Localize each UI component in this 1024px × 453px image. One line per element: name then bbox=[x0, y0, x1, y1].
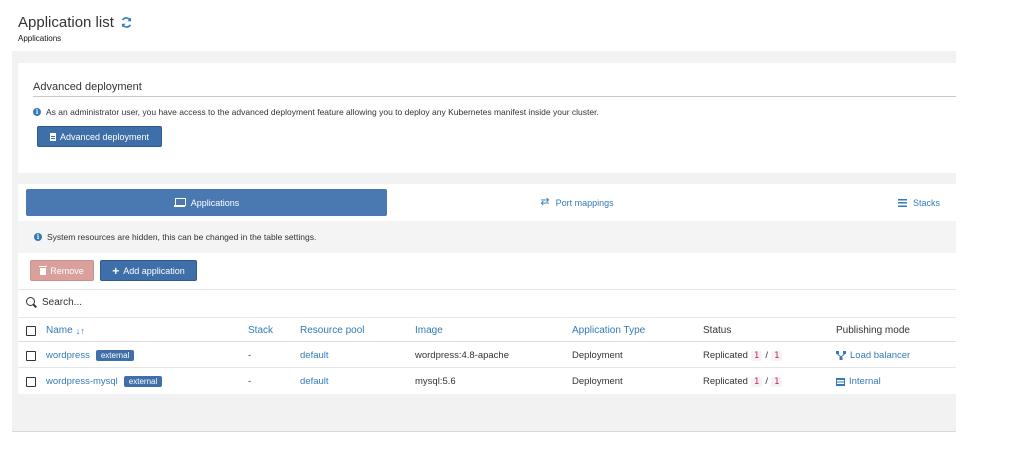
search-bar bbox=[18, 289, 956, 314]
plus-icon: + bbox=[112, 263, 120, 278]
row-checkbox[interactable] bbox=[26, 376, 36, 387]
tab-port-mappings[interactable]: ⇄ Port mappings bbox=[387, 189, 767, 216]
status-text: Replicated bbox=[703, 350, 748, 361]
app-name-link[interactable]: wordpress bbox=[46, 350, 90, 361]
table-header: Name ↓↑ Stack Resource pool Image Applic… bbox=[18, 317, 956, 342]
image-cell: mysql:5.6 bbox=[415, 376, 456, 387]
info-icon: i bbox=[33, 108, 41, 116]
laptop-icon bbox=[173, 198, 186, 207]
refresh-icon[interactable] bbox=[120, 16, 133, 29]
list-icon bbox=[898, 198, 907, 207]
status-cell: Replicated 1 / 1 bbox=[703, 369, 783, 394]
tab-stacks-label: Stacks bbox=[913, 197, 941, 208]
column-name-label: Name bbox=[46, 325, 73, 336]
column-header-application-type[interactable]: Application Type bbox=[572, 318, 645, 343]
page-header: Application list Applications bbox=[18, 14, 133, 43]
row-checkbox[interactable] bbox=[26, 350, 36, 361]
advanced-deployment-title: Advanced deployment bbox=[33, 81, 142, 93]
count-separator: / bbox=[765, 350, 768, 361]
trash-icon bbox=[39, 265, 48, 275]
breadcrumb: Applications bbox=[18, 34, 62, 43]
page-title: Application list bbox=[18, 14, 114, 31]
remove-button[interactable]: Remove bbox=[30, 260, 94, 281]
system-resources-message: i System resources are hidden, this can … bbox=[34, 232, 316, 242]
page-title-row: Application list bbox=[18, 14, 133, 31]
publishing-mode-cell[interactable]: Load balancer bbox=[836, 343, 910, 368]
image-cell: wordpress:4.8-apache bbox=[415, 350, 509, 361]
exchange-arrows-icon: ⇄ bbox=[540, 196, 550, 208]
info-icon: i bbox=[34, 233, 42, 241]
column-header-name[interactable]: Name ↓↑ bbox=[46, 318, 85, 343]
remove-button-label: Remove bbox=[50, 265, 84, 276]
column-header-stack[interactable]: Stack bbox=[248, 318, 273, 343]
tab-applications[interactable]: Applications bbox=[26, 189, 387, 216]
tab-port-mappings-label: Port mappings bbox=[555, 197, 614, 208]
column-header-resource-pool[interactable]: Resource pool bbox=[300, 318, 364, 343]
table-row: wordpress-mysql external - default mysql… bbox=[18, 369, 956, 394]
column-header-image[interactable]: Image bbox=[415, 318, 443, 343]
app-name-link[interactable]: wordpress-mysql bbox=[46, 376, 118, 387]
application-type-cell: Deployment bbox=[572, 376, 623, 387]
admin-info-text: As an administrator user, you have acces… bbox=[46, 107, 599, 117]
table-row: wordpress external - default wordpress:4… bbox=[18, 343, 956, 368]
advanced-deployment-card: Advanced deployment i As an administrato… bbox=[18, 63, 956, 173]
applications-card: Applications ⇄ Port mappings Stacks i Sy… bbox=[18, 184, 956, 394]
external-badge: external bbox=[95, 350, 135, 361]
select-all-cell bbox=[26, 318, 36, 343]
add-application-button[interactable]: + Add application bbox=[100, 260, 197, 281]
publishing-mode-label: Load balancer bbox=[850, 350, 911, 361]
admin-info-message: i As an administrator user, you have acc… bbox=[33, 107, 599, 117]
search-icon bbox=[26, 297, 35, 306]
add-application-button-label: Add application bbox=[123, 265, 185, 276]
divider bbox=[33, 96, 956, 97]
list-icon bbox=[836, 377, 845, 386]
search-input[interactable] bbox=[42, 294, 442, 311]
total-count: 1 bbox=[770, 376, 783, 387]
tab-applications-label: Applications bbox=[190, 197, 240, 208]
column-header-status: Status bbox=[703, 325, 732, 336]
running-count: 1 bbox=[750, 376, 763, 387]
stack-cell: - bbox=[248, 376, 252, 387]
application-type-cell: Deployment bbox=[572, 350, 623, 361]
row-select-cell bbox=[26, 343, 36, 368]
advanced-deployment-button[interactable]: Advanced deployment bbox=[37, 126, 162, 147]
status-cell: Replicated 1 / 1 bbox=[703, 343, 783, 368]
app-name-cell: wordpress-mysql external bbox=[46, 369, 163, 394]
file-icon bbox=[49, 132, 56, 141]
running-count: 1 bbox=[750, 350, 763, 361]
stack-cell: - bbox=[248, 350, 252, 361]
app-name-cell: wordpress external bbox=[46, 343, 135, 368]
sort-icon: ↓↑ bbox=[75, 325, 85, 336]
total-count: 1 bbox=[770, 350, 783, 361]
column-header-publishing-mode: Publishing mode bbox=[836, 325, 910, 336]
count-separator: / bbox=[765, 376, 768, 387]
content-bottom-border bbox=[12, 431, 956, 432]
row-select-cell bbox=[26, 369, 36, 394]
publishing-mode-cell[interactable]: Internal bbox=[836, 369, 881, 394]
resource-pool-link[interactable]: default bbox=[300, 343, 329, 368]
publishing-mode-label: Internal bbox=[849, 376, 881, 387]
external-badge: external bbox=[123, 376, 163, 387]
advanced-deployment-button-label: Advanced deployment bbox=[59, 131, 150, 142]
select-all-checkbox[interactable] bbox=[26, 325, 36, 336]
load-balancer-icon bbox=[836, 351, 846, 360]
resource-pool-link[interactable]: default bbox=[300, 369, 329, 394]
status-text: Replicated bbox=[703, 376, 748, 387]
tab-stacks[interactable]: Stacks bbox=[898, 189, 956, 216]
system-resources-text: System resources are hidden, this can be… bbox=[47, 232, 317, 242]
